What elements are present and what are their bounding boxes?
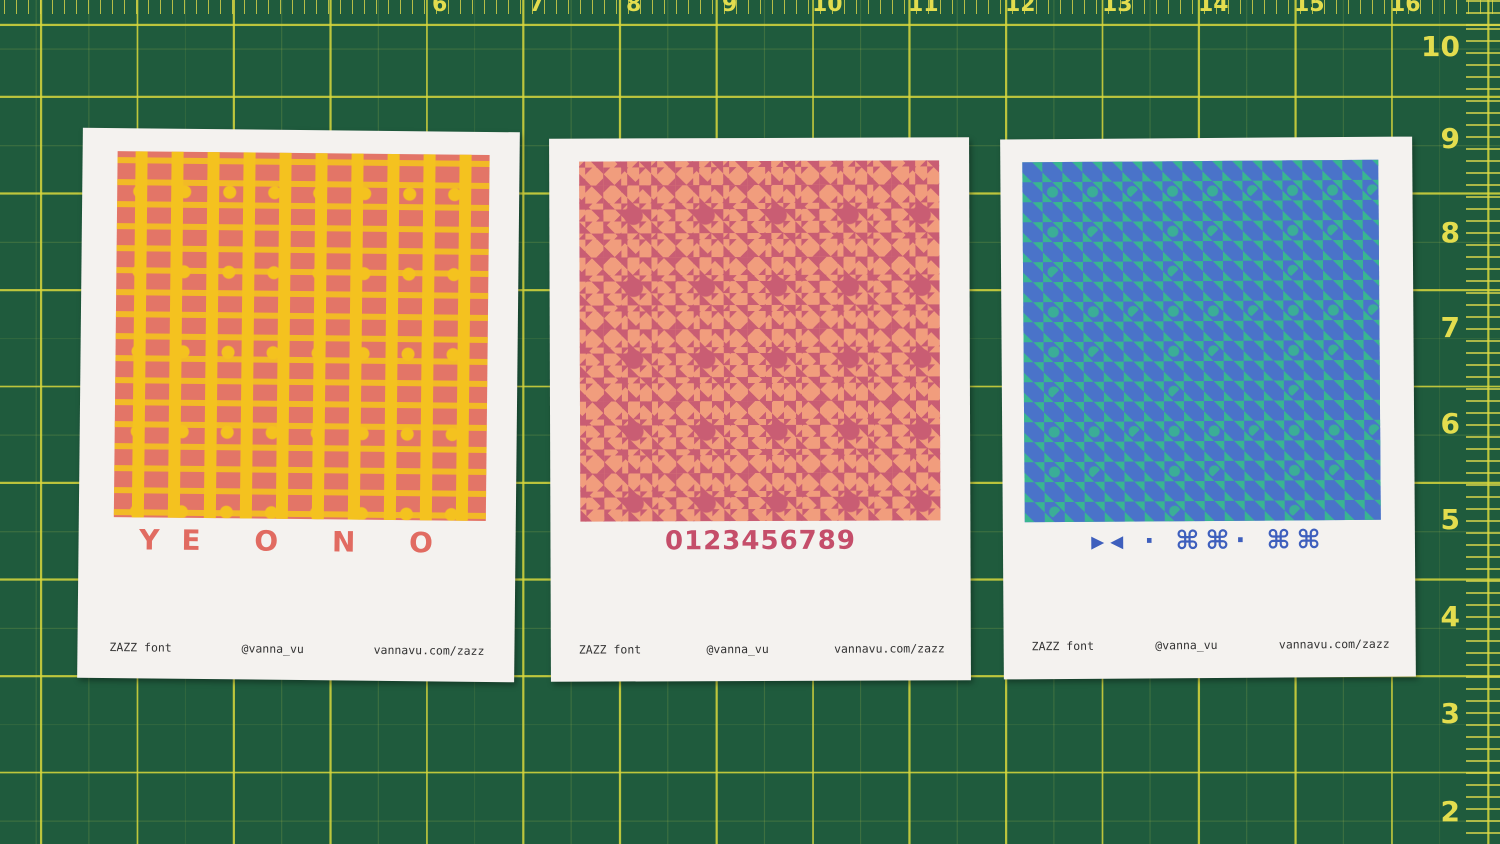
- ruler-number: 16: [1390, 0, 1421, 17]
- ruler-number: 8: [626, 0, 642, 17]
- pattern-artwork: [113, 151, 490, 521]
- handle: @vanna_vu: [241, 641, 304, 657]
- postcard-1: YE O N O ZAZZ font @vanna_vu vannavu.com…: [77, 127, 520, 683]
- font-name: ZAZZ font: [109, 640, 172, 655]
- ruler-number: 2: [1440, 795, 1460, 828]
- ruler-top: [0, 0, 1500, 14]
- postcard-2: 0123456789 ZAZZ font @vanna_vu vannavu.c…: [549, 137, 971, 682]
- url: vannavu.com/zazz: [1278, 636, 1390, 652]
- ruler-number: 5: [1440, 503, 1460, 536]
- font-name: ZAZZ font: [1031, 638, 1095, 654]
- glyph-sample: YE O N O: [139, 523, 456, 560]
- pattern-artwork: [1022, 159, 1381, 523]
- ruler-number: 6: [1440, 407, 1460, 440]
- ruler-number: 15: [1294, 0, 1325, 17]
- card-footer: ZAZZ font @vanna_vu vannavu.com/zazz: [551, 641, 971, 656]
- ruler-right: [1466, 0, 1500, 844]
- postcard-3: ▸◂ · ⌘⌘· ⌘⌘ ZAZZ font @vanna_vu vannavu.…: [1000, 136, 1416, 680]
- ruler-number: 11: [908, 0, 939, 17]
- glyph-sample: ▸◂ · ⌘⌘· ⌘⌘: [1091, 525, 1327, 557]
- handle: @vanna_vu: [1155, 637, 1218, 653]
- ruler-number: 3: [1440, 697, 1460, 730]
- handle: @vanna_vu: [706, 641, 769, 657]
- ruler-number: 13: [1102, 0, 1133, 17]
- ruler-number: 7: [1440, 311, 1460, 344]
- ruler-number: 9: [1440, 122, 1460, 155]
- pattern-artwork: [579, 160, 941, 522]
- ruler-number: 6: [432, 0, 448, 17]
- ruler-number: 9: [722, 0, 738, 17]
- ruler-number: 10: [812, 0, 843, 17]
- ruler-number: 8: [1440, 216, 1460, 249]
- url: vannavu.com/zazz: [834, 641, 945, 656]
- url: vannavu.com/zazz: [373, 642, 485, 658]
- card-footer: ZAZZ font @vanna_vu vannavu.com/zazz: [1004, 637, 1416, 654]
- font-name: ZAZZ font: [578, 642, 642, 657]
- card-footer: ZAZZ font @vanna_vu vannavu.com/zazz: [77, 640, 514, 659]
- ruler-number: 7: [529, 0, 545, 17]
- ruler-number: 4: [1440, 600, 1460, 633]
- ruler-number: 12: [1005, 0, 1036, 17]
- ruler-number: 10: [1421, 30, 1460, 63]
- glyph-sample: 0123456789: [664, 525, 856, 557]
- ruler-number: 14: [1198, 0, 1229, 17]
